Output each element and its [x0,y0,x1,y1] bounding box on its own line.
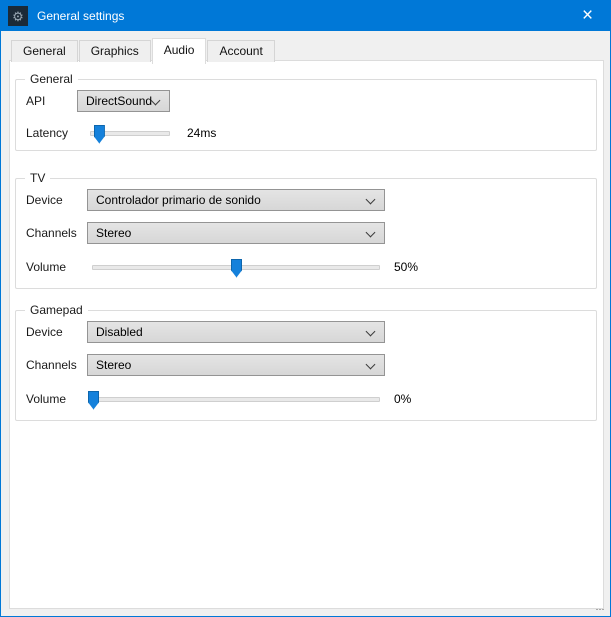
tv-channels-row: Channels Stereo [26,222,385,244]
tv-device-row: Device Controlador primario de sonido [26,189,385,211]
group-tv: TV Device Controlador primario de sonido… [15,171,597,289]
latency-slider-track[interactable] [90,124,170,144]
tab-audio[interactable]: Audio [151,38,207,64]
gear-icon: ⚙ [8,6,28,26]
gamepad-channels-row: Channels Stereo [26,354,385,376]
tab-strip: General Graphics Audio Account [11,38,276,64]
gamepad-volume-label: Volume [26,392,67,406]
gamepad-volume-slider-thumb[interactable] [88,390,99,410]
gamepad-volume-slider-track[interactable] [88,390,380,410]
tv-channels-dropdown-value: Stereo [96,226,132,240]
tv-device-label: Device [26,193,63,207]
settings-window: ⚙ General settings × General Graphics Au… [0,0,611,617]
api-row: API DirectSound [26,90,170,112]
group-tv-title: TV [25,171,51,185]
tv-volume-slider-thumb[interactable] [231,258,242,278]
group-gamepad: Gamepad Device Disabled Channels Stereo … [15,303,597,421]
tab-general[interactable]: General [11,40,78,62]
tab-graphics[interactable]: Graphics [78,40,151,62]
gamepad-volume-row: Volume 0% [26,388,411,410]
tv-volume-row: Volume 50% [26,256,418,278]
tv-volume-slider-track[interactable] [92,258,380,278]
api-label: API [26,94,46,108]
tv-device-dropdown-value: Controlador primario de sonido [96,193,261,207]
chevron-down-icon [365,227,376,238]
group-general: General API DirectSound Latency 24ms [15,72,597,151]
tab-account[interactable]: Account [207,40,275,62]
gamepad-device-dropdown[interactable]: Disabled [87,321,385,343]
api-dropdown[interactable]: DirectSound [77,90,170,112]
group-general-title: General [25,72,78,86]
tv-volume-value: 50% [394,260,419,274]
api-dropdown-value: DirectSound [86,94,153,108]
chevron-down-icon [365,326,376,337]
window-title: General settings [37,9,125,23]
gamepad-device-row: Device Disabled [26,321,385,343]
latency-slider-thumb[interactable] [93,124,105,144]
gamepad-channels-dropdown-value: Stereo [96,358,132,372]
chevron-down-icon [365,194,376,205]
tv-device-dropdown[interactable]: Controlador primario de sonido [87,189,385,211]
gamepad-device-dropdown-value: Disabled [96,325,143,339]
gamepad-channels-dropdown[interactable]: Stereo [87,354,385,376]
gamepad-device-label: Device [26,325,63,339]
latency-value: 24ms [187,126,217,140]
group-gamepad-title: Gamepad [25,303,88,317]
close-button[interactable]: × [565,1,610,31]
title-bar: ⚙ General settings × [1,1,610,31]
tv-channels-label: Channels [26,226,77,240]
gamepad-channels-label: Channels [26,358,77,372]
gamepad-volume-value: 0% [394,392,412,406]
chevron-down-icon [365,359,376,370]
latency-row: Latency 24ms [26,122,216,144]
tv-volume-label: Volume [26,260,67,274]
tv-channels-dropdown[interactable]: Stereo [87,222,385,244]
latency-label: Latency [26,126,69,140]
